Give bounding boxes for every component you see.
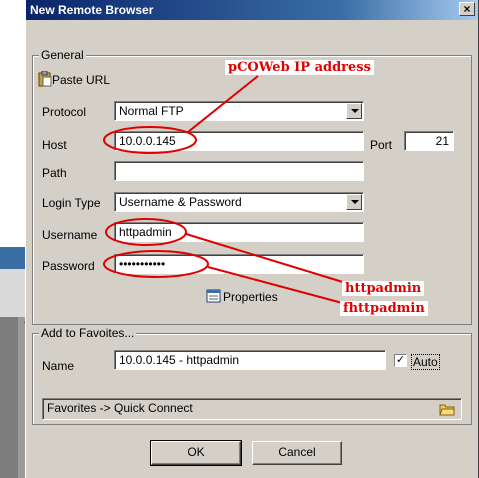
dialog-title: New Remote Browser (30, 3, 154, 17)
ok-button[interactable]: OK (150, 440, 242, 466)
auto-checkbox[interactable]: ✓ (394, 354, 407, 367)
host-input[interactable]: 10.0.0.145 (114, 131, 364, 151)
path-input[interactable] (114, 161, 364, 181)
pass-annotation-label: fhttpadmin (340, 301, 428, 316)
favorites-quick-connect-select[interactable]: Favorites -> Quick Connect (42, 398, 462, 420)
path-label: Path (42, 166, 67, 180)
user-annotation-label: httpadmin (342, 281, 425, 296)
background-window-content (0, 317, 18, 478)
host-label: Host (42, 138, 67, 152)
protocol-dropdown-arrow[interactable] (346, 103, 362, 119)
properties-label: Properties (223, 290, 278, 304)
password-label: Password (42, 259, 95, 273)
properties-icon (206, 289, 221, 303)
protocol-label: Protocol (42, 105, 87, 119)
login-type-dropdown-arrow[interactable] (346, 194, 362, 210)
paste-url-button[interactable]: Paste URL (36, 71, 146, 89)
clipboard-icon (38, 71, 52, 87)
login-type-select[interactable]: Username & Password (114, 192, 364, 212)
close-button[interactable]: × (459, 2, 475, 16)
quick-connect-value: Favorites -> Quick Connect (47, 401, 193, 415)
ip-annotation-label: pCOWeb IP address (225, 60, 374, 75)
general-legend: General (39, 48, 86, 62)
name-label: Name (42, 359, 75, 373)
username-label: Username (42, 228, 98, 242)
login-type-value: Username & Password (119, 195, 242, 209)
port-label: Port (370, 138, 393, 152)
auto-label: Auto (411, 354, 440, 370)
protocol-value: Normal FTP (119, 104, 184, 118)
protocol-select[interactable]: Normal FTP (114, 101, 364, 121)
properties-button[interactable]: Properties (206, 288, 296, 306)
port-input[interactable]: 21 (404, 131, 454, 151)
dialog-titlebar: New Remote Browser × (26, 0, 478, 20)
favorites-legend: Add to Favoites... (39, 326, 137, 340)
favorite-name-input[interactable]: 10.0.0.145 - httpadmin (114, 350, 386, 370)
paste-url-label: Paste URL (52, 73, 111, 87)
password-input[interactable]: ••••••••••• (114, 254, 364, 274)
folder-icon[interactable] (439, 402, 455, 416)
cancel-button[interactable]: Cancel (252, 441, 342, 465)
username-input[interactable]: httpadmin (114, 222, 364, 242)
login-type-label: Login Type (42, 196, 101, 210)
